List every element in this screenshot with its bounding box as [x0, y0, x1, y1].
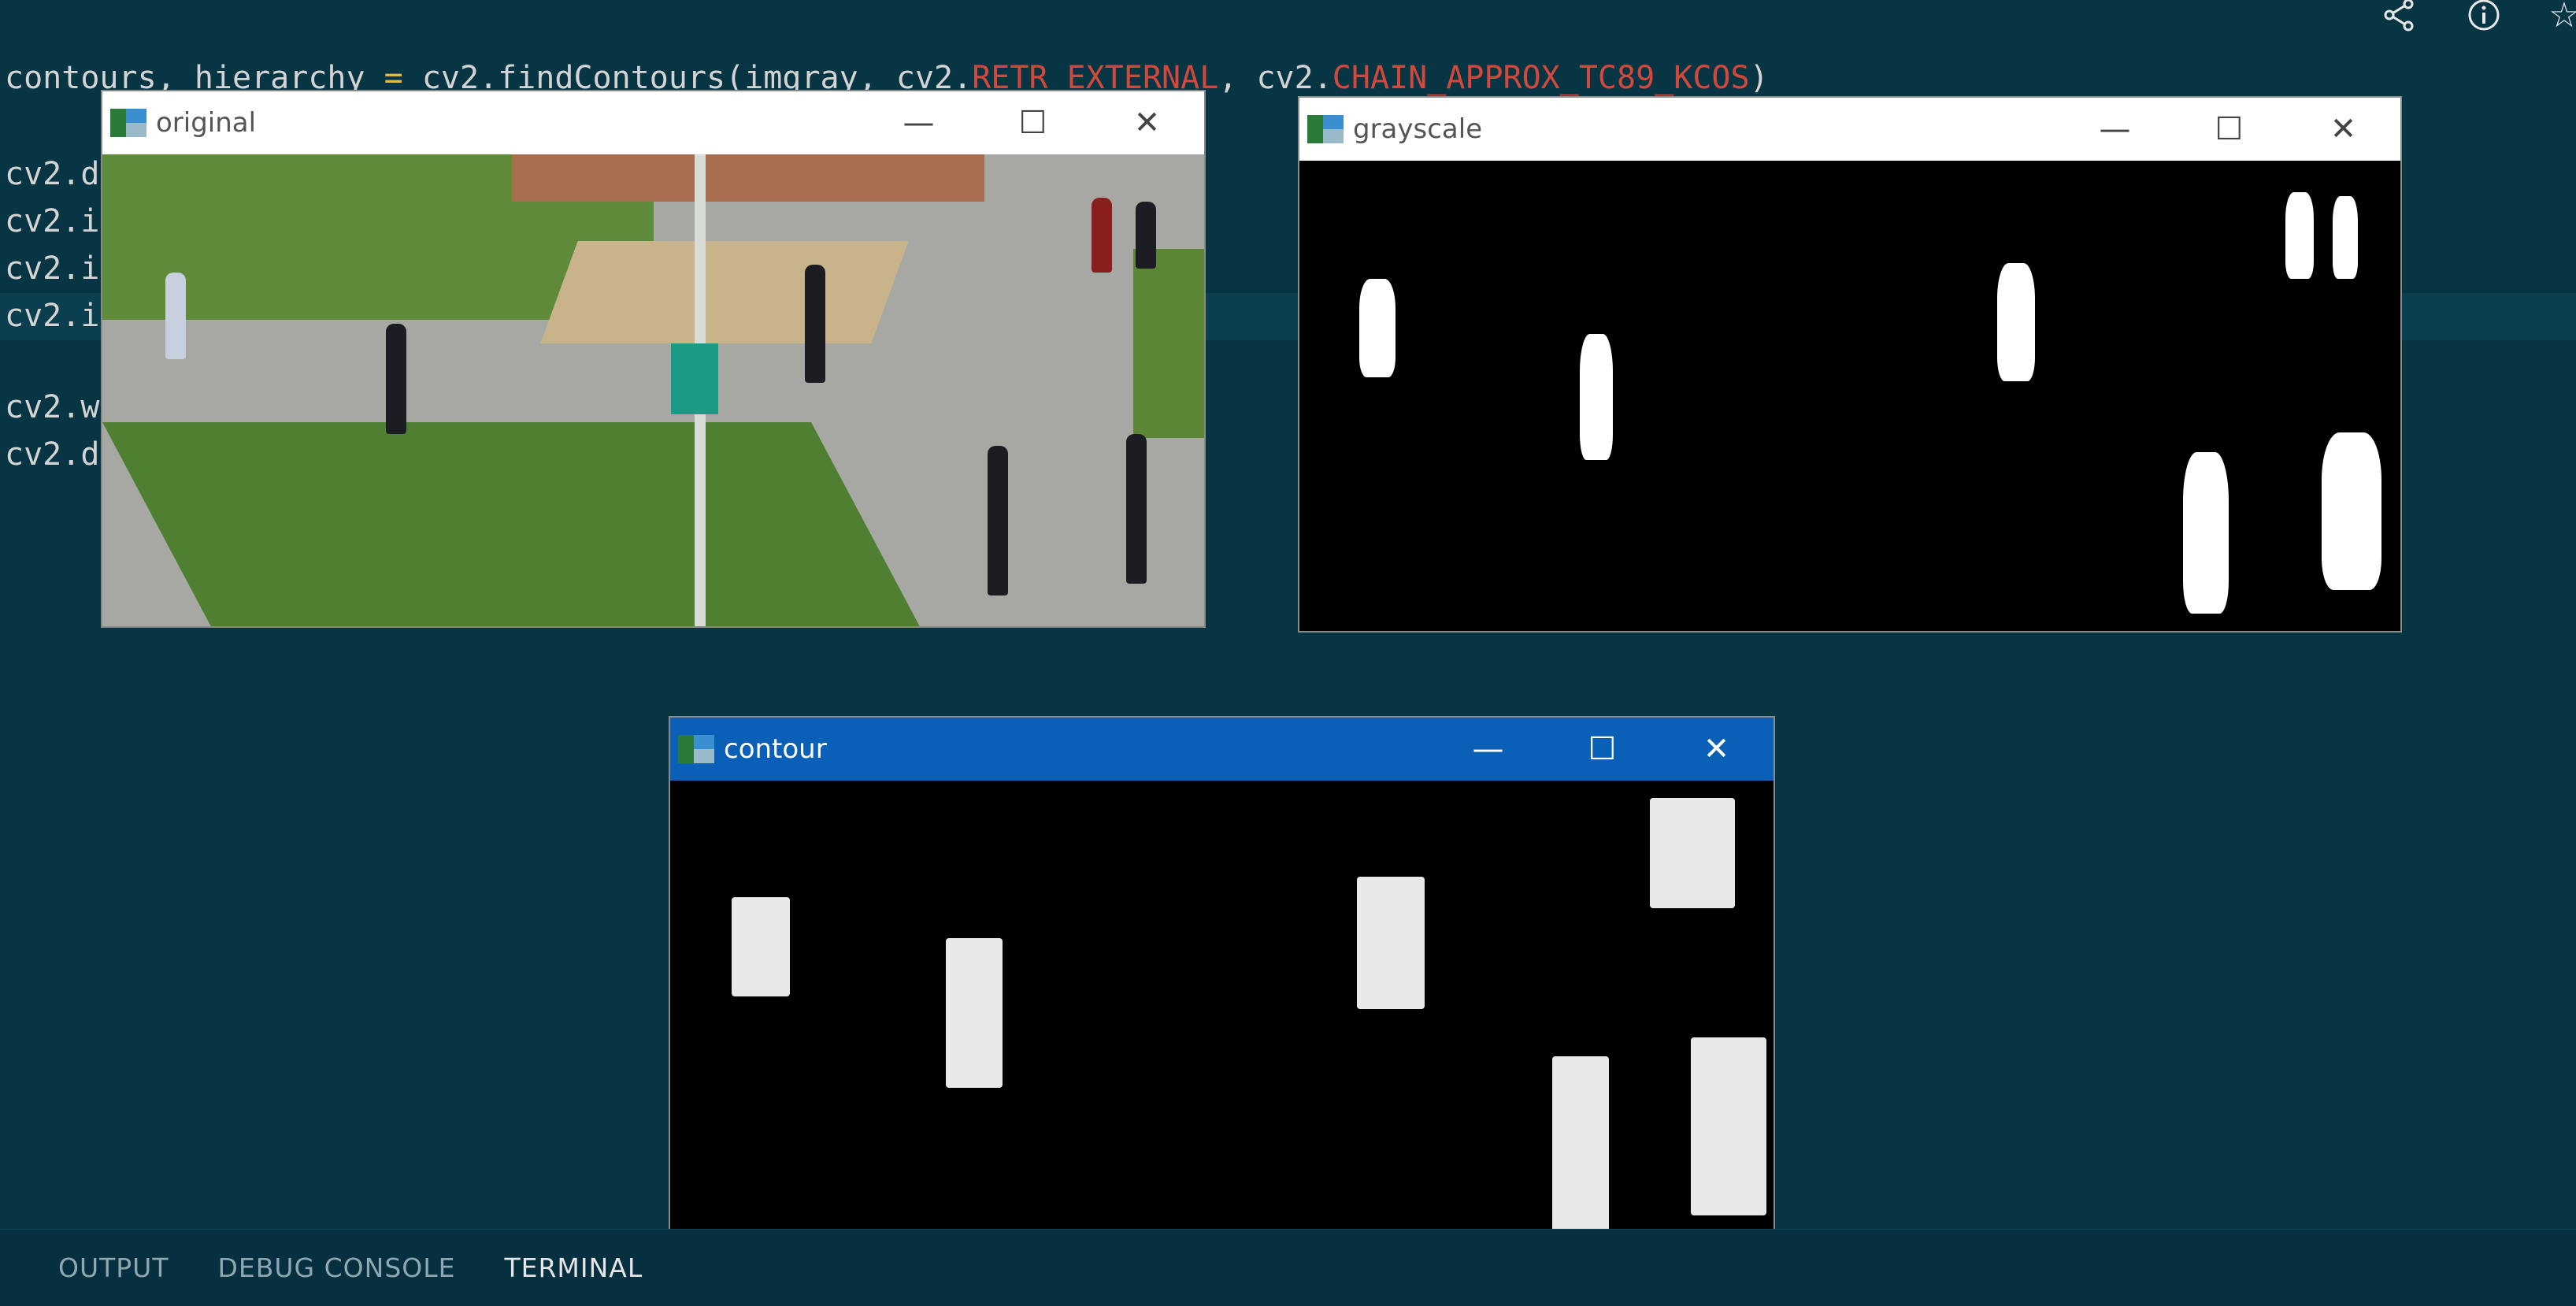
grass-area — [102, 422, 921, 626]
grayscale-image — [1299, 161, 2400, 631]
maximize-button[interactable]: ☐ — [2172, 98, 2286, 161]
contour-region — [1650, 798, 1735, 908]
contour-region — [1691, 1037, 1766, 1215]
close-button[interactable]: ✕ — [1090, 91, 1204, 154]
road-sign — [671, 343, 718, 414]
pedestrian — [1092, 198, 1112, 273]
app-icon — [110, 109, 146, 137]
contour-window[interactable]: contour — ☐ ✕ — [669, 716, 1775, 1253]
original-image — [102, 154, 1204, 626]
window-title: original — [156, 107, 257, 139]
tab-output[interactable]: OUTPUT — [58, 1252, 169, 1283]
star-icon[interactable]: ☆ — [2541, 0, 2576, 35]
foreground-blob — [2322, 432, 2381, 590]
titlebar[interactable]: original — ☐ ✕ — [102, 91, 1204, 154]
app-icon — [678, 735, 714, 763]
window-title: grayscale — [1353, 113, 1483, 145]
maximize-button[interactable]: ☐ — [976, 91, 1090, 154]
code-token: ) — [1749, 60, 1769, 96]
app-icon — [1307, 115, 1344, 143]
contour-image — [670, 781, 1774, 1252]
code-token-constant: CHAIN_APPROX_TC89_KCOS — [1332, 60, 1750, 96]
foreground-blob — [1997, 263, 2035, 381]
contour-region — [732, 897, 790, 996]
info-icon[interactable] — [2460, 0, 2507, 35]
contour-region — [1357, 877, 1425, 1009]
contour-region — [946, 938, 1003, 1088]
pedestrian — [386, 324, 406, 434]
foreground-blob — [1359, 279, 1395, 377]
foreground-blob — [2285, 192, 2314, 279]
pedestrian — [988, 446, 1008, 595]
minimize-button[interactable]: — — [862, 91, 976, 154]
foreground-blob — [2183, 452, 2229, 614]
original-window[interactable]: original — ☐ ✕ — [101, 90, 1206, 628]
pedestrian — [805, 265, 825, 383]
close-button[interactable]: ✕ — [2286, 98, 2400, 161]
window-title: contour — [724, 733, 827, 765]
titlebar[interactable]: grayscale — ☐ ✕ — [1299, 98, 2400, 161]
street-scene — [102, 154, 1204, 626]
pedestrian — [165, 273, 186, 359]
titlebar[interactable]: contour — ☐ ✕ — [670, 718, 1774, 781]
tab-debug-console[interactable]: DEBUG CONSOLE — [218, 1252, 456, 1283]
dirt-patch — [540, 241, 909, 343]
minimize-button[interactable]: — — [2058, 98, 2172, 161]
code-token: , cv2. — [1218, 60, 1332, 96]
foreground-blob — [1580, 334, 1613, 460]
maximize-button[interactable]: ☐ — [1545, 718, 1659, 781]
share-icon[interactable] — [2375, 0, 2422, 35]
pedestrian — [1136, 202, 1156, 269]
close-button[interactable]: ✕ — [1659, 718, 1774, 781]
building — [512, 154, 984, 202]
tab-terminal[interactable]: TERMINAL — [504, 1252, 643, 1283]
foreground-blob — [2333, 196, 2358, 279]
pedestrian — [1126, 434, 1147, 584]
contour-region — [1552, 1056, 1609, 1237]
bottom-panel-tabs: OUTPUT DEBUG CONSOLE TERMINAL — [0, 1229, 2576, 1306]
grayscale-window[interactable]: grayscale — ☐ ✕ — [1298, 96, 2402, 633]
grass-area — [1133, 249, 1204, 438]
minimize-button[interactable]: — — [1431, 718, 1545, 781]
